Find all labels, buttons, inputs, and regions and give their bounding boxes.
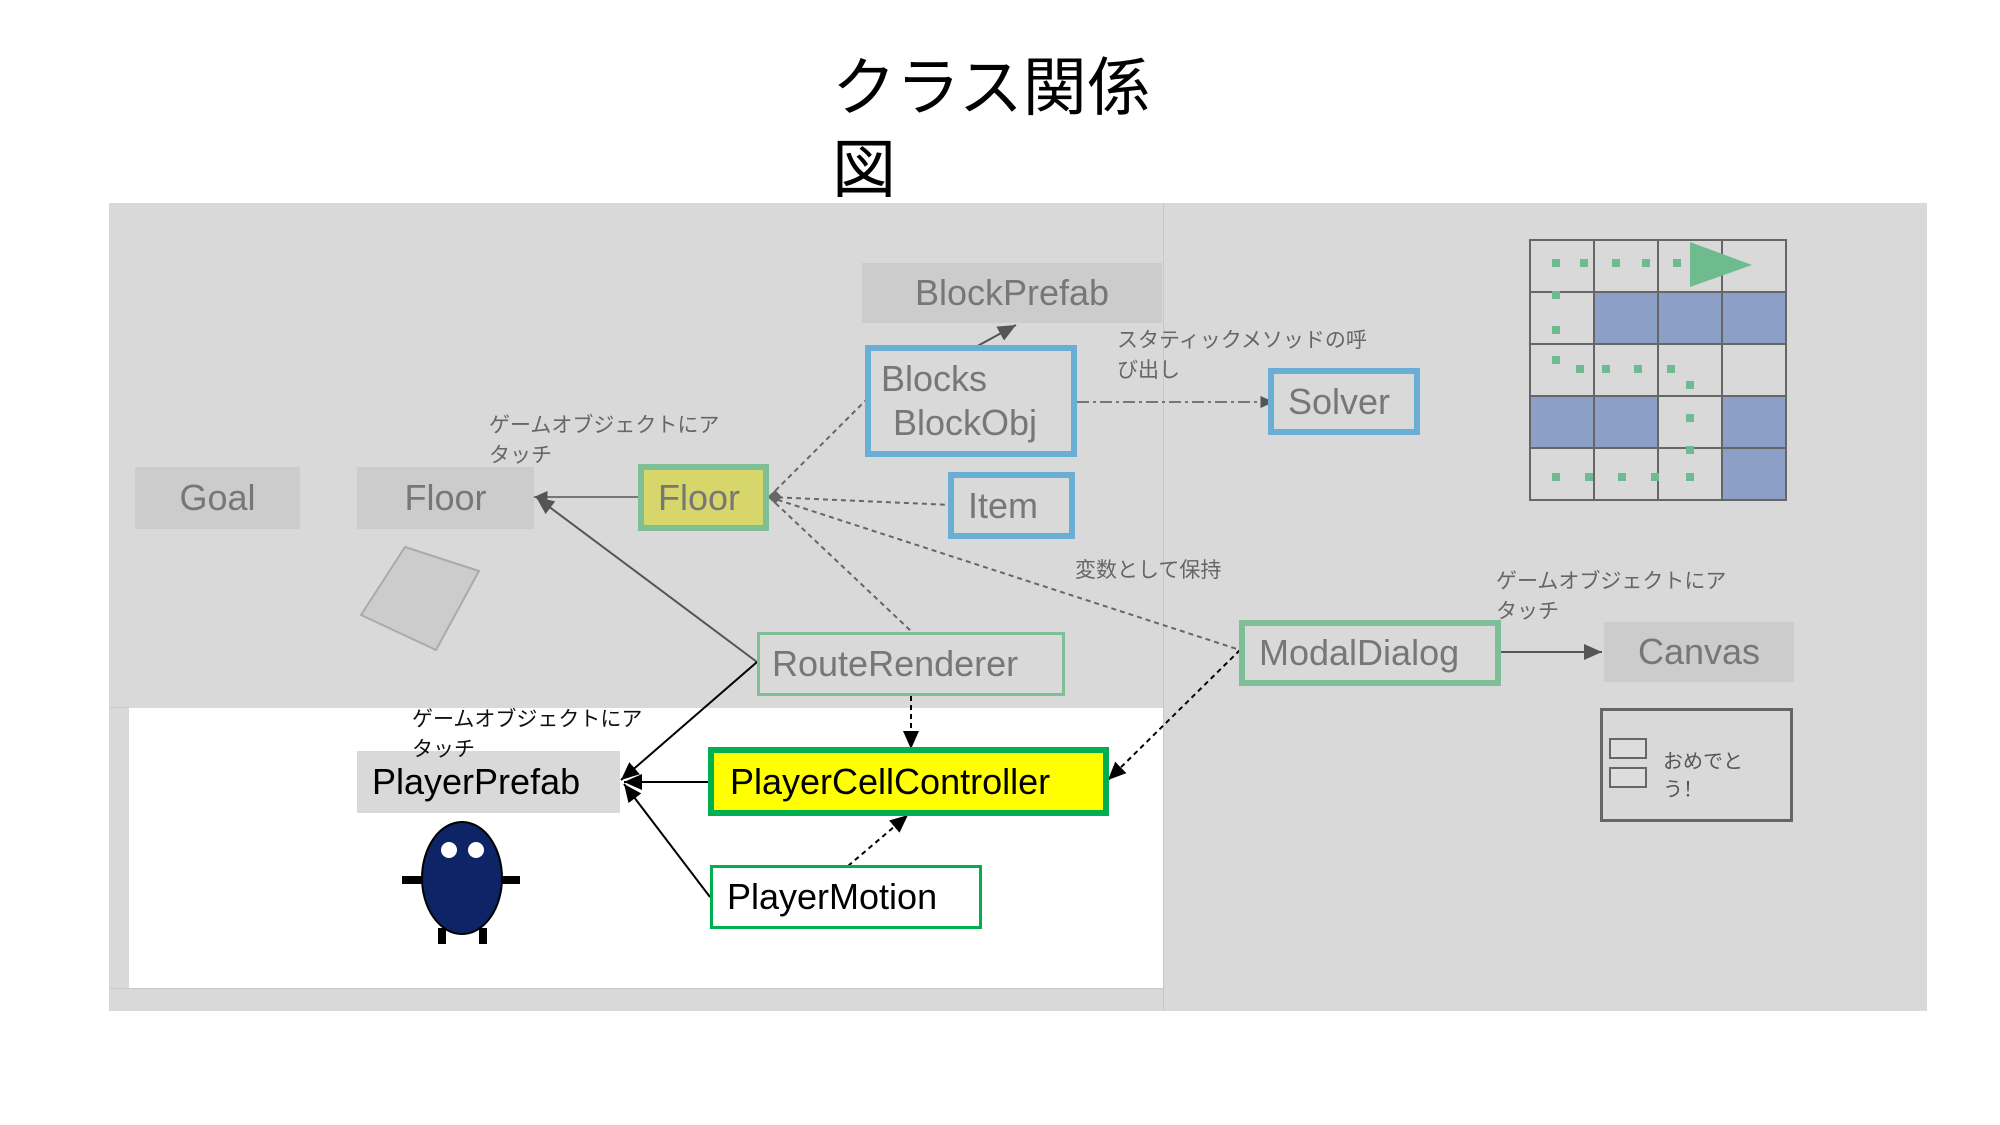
- dialog-preview: おめでとう！: [1600, 708, 1793, 822]
- route-dot: [1618, 473, 1626, 481]
- route-dot: [1576, 365, 1584, 373]
- grid-cell: [1529, 291, 1595, 345]
- route-dot: [1686, 381, 1694, 389]
- route-dot: [1612, 259, 1620, 267]
- route-dot: [1686, 446, 1694, 454]
- route-dot: [1651, 473, 1659, 481]
- route-dot: [1602, 365, 1610, 373]
- grid-cell: [1593, 395, 1659, 449]
- block-grid-preview: [1529, 239, 1787, 501]
- route-dot: [1686, 414, 1694, 422]
- route-dot: [1552, 356, 1560, 364]
- route-dot: [1552, 291, 1560, 299]
- dialog-preview-button-2: [1609, 767, 1647, 788]
- grid-cell: [1529, 447, 1595, 501]
- grid-cell: [1529, 395, 1595, 449]
- route-dot: [1552, 259, 1560, 267]
- route-dot: [1585, 473, 1593, 481]
- route-dot: [1634, 365, 1642, 373]
- route-dot: [1667, 365, 1675, 373]
- grid-cell: [1721, 343, 1787, 397]
- grid-cell: [1721, 447, 1787, 501]
- grid-cell: [1593, 291, 1659, 345]
- route-dot: [1552, 326, 1560, 334]
- dialog-preview-message: おめでとう！: [1663, 749, 1743, 801]
- route-dot: [1552, 473, 1560, 481]
- route-dot: [1642, 259, 1650, 267]
- route-dot: [1673, 259, 1681, 267]
- grid-cell: [1657, 291, 1723, 345]
- route-dot: [1686, 473, 1694, 481]
- dialog-preview-button-1: [1609, 738, 1647, 759]
- route-dot: [1580, 259, 1588, 267]
- grid-cell: [1721, 291, 1787, 345]
- grid-cell: [1721, 395, 1787, 449]
- grid-cell: [1529, 343, 1595, 397]
